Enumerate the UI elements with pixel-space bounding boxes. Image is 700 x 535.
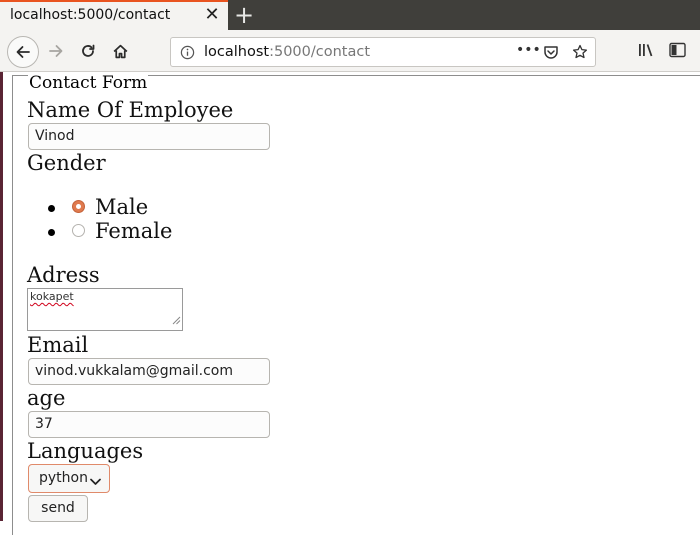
- home-button[interactable]: [107, 38, 133, 64]
- address-text: kokapet: [30, 290, 74, 303]
- url-path: :5000/contact: [269, 44, 371, 60]
- tab-title: localhost:5000/contact: [10, 7, 171, 23]
- tab-contact[interactable]: localhost:5000/contact ✕: [0, 0, 228, 30]
- tab-strip: localhost:5000/contact ✕ +: [0, 0, 700, 30]
- address-textarea[interactable]: kokapet: [27, 288, 183, 331]
- reload-button[interactable]: [75, 38, 101, 64]
- info-icon[interactable]: [180, 45, 195, 64]
- url-bar[interactable]: localhost:5000/contact •••: [170, 37, 596, 67]
- library-icon[interactable]: [638, 42, 656, 62]
- gender-radio-male[interactable]: [72, 200, 85, 213]
- gender-label: Gender: [27, 151, 106, 175]
- email-label: Email: [27, 333, 89, 357]
- page-content: Contact Form Name Of Employee Vinod Gend…: [0, 72, 700, 535]
- url-host: localhost: [204, 44, 270, 60]
- gender-option-male: Male: [95, 195, 149, 219]
- home-icon: [113, 44, 127, 58]
- languages-label: Languages: [27, 439, 144, 463]
- back-button[interactable]: [7, 36, 39, 68]
- list-bullet: [48, 229, 55, 236]
- age-input[interactable]: 37: [28, 411, 270, 438]
- name-label: Name Of Employee: [27, 98, 234, 122]
- age-label: age: [27, 386, 66, 410]
- bookmark-star-icon[interactable]: [572, 44, 588, 64]
- reload-icon: [82, 44, 95, 57]
- gender-option-female: Female: [95, 219, 173, 243]
- pocket-icon[interactable]: [543, 44, 559, 64]
- languages-select[interactable]: python: [28, 464, 110, 493]
- resize-grip-icon[interactable]: [171, 315, 181, 329]
- chevron-down-icon: [90, 474, 101, 490]
- page-actions-icon[interactable]: •••: [516, 42, 541, 58]
- sidebar-icon[interactable]: [669, 42, 686, 62]
- email-input[interactable]: vinod.vukkalam@gmail.com: [28, 358, 270, 385]
- forward-button[interactable]: [43, 38, 69, 64]
- url-text[interactable]: localhost:5000/contact: [204, 44, 370, 60]
- send-button[interactable]: send: [28, 495, 88, 522]
- languages-selected: python: [39, 470, 88, 486]
- gender-radio-female[interactable]: [72, 224, 85, 237]
- window-edge: [0, 72, 3, 521]
- back-arrow-icon: [16, 46, 30, 58]
- name-input[interactable]: Vinod: [28, 123, 270, 150]
- new-tab-button[interactable]: +: [232, 2, 256, 28]
- navigation-toolbar: localhost:5000/contact •••: [0, 30, 700, 72]
- close-tab-icon[interactable]: ✕: [203, 6, 221, 24]
- list-bullet: [48, 205, 55, 212]
- forward-arrow-icon: [49, 45, 63, 57]
- address-label: Adress: [27, 263, 100, 287]
- form-legend: Contact Form: [28, 73, 149, 93]
